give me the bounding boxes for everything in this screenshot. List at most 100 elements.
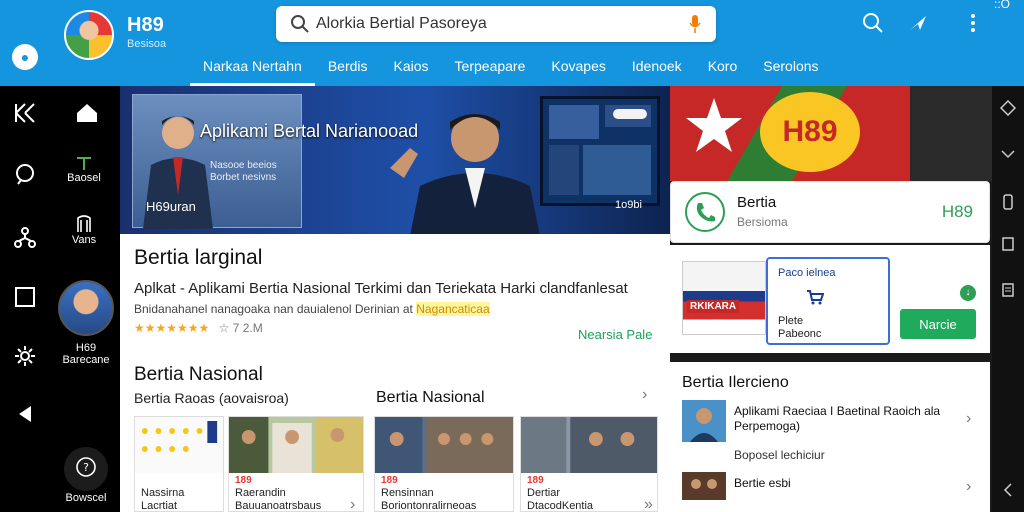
- promo-image-label: RKIKARA: [687, 300, 740, 313]
- sidebar-item-help[interactable]: ? Bowscel: [58, 446, 114, 504]
- nav-item-1[interactable]: Berdis: [315, 56, 381, 86]
- nav-item-0[interactable]: Narkaa Nertahn: [190, 56, 315, 86]
- microphone-icon[interactable]: [688, 14, 702, 34]
- nav-item-3[interactable]: Terpeapare: [442, 56, 539, 86]
- brand-k-icon[interactable]: [12, 102, 38, 124]
- brand-subtitle: Besisoa: [127, 38, 167, 50]
- chevron-right-icon[interactable]: »: [644, 496, 653, 512]
- back-icon[interactable]: [1000, 482, 1016, 498]
- app-description: Aplkat - Aplikami Bertia Nasional Terkim…: [134, 280, 628, 297]
- section-subtitle-right[interactable]: Bertia Nasional: [376, 389, 485, 407]
- side-image: [910, 86, 992, 181]
- hero-tag: 1o9bi: [615, 199, 642, 211]
- sidebar-item-book[interactable]: Vans: [60, 214, 108, 246]
- tile-tag: 189: [527, 475, 544, 486]
- app-subtext: Bnidanahanel nanagoaka nan dauialenol De…: [134, 302, 490, 316]
- promo-image[interactable]: RKIKARA: [682, 261, 766, 335]
- news-item-text: Bertie esbi: [734, 476, 791, 490]
- promo-box-title: Paco ielnea: [778, 267, 836, 279]
- help-icon: ?: [64, 447, 108, 491]
- chevron-down-icon[interactable]: [1000, 146, 1016, 162]
- brand-avatar[interactable]: [64, 10, 114, 60]
- news-item-text: Aplikami Raeciaa I Baetinal Raoich ala P…: [734, 404, 941, 433]
- network-icon[interactable]: [12, 226, 38, 250]
- tile-image: [135, 417, 223, 473]
- chevron-right-icon[interactable]: ›: [642, 386, 647, 404]
- document-icon[interactable]: [1000, 282, 1016, 298]
- chevron-right-icon[interactable]: ›: [350, 496, 355, 512]
- news-title: Bertia Ilercieno: [682, 374, 789, 391]
- nav-item-6[interactable]: Koro: [695, 56, 751, 86]
- main-card: Bertia larginal Aplkat - Aplikami Bertia…: [120, 234, 670, 512]
- app-code: H89: [941, 202, 973, 221]
- trend-icon: [77, 157, 91, 170]
- sidebar-item-label: Vans: [71, 234, 97, 246]
- phone-icon: [685, 192, 725, 232]
- brand-name: H89: [127, 14, 164, 36]
- sidebar-item-label: Bowscel: [65, 492, 107, 504]
- tile-label: Nassirna Lacrtiat: [141, 487, 185, 512]
- phone-frame-icon[interactable]: [1000, 194, 1016, 210]
- tile-label: Dertiar DtacodKentia: [527, 487, 594, 512]
- chevron-right-icon[interactable]: ›: [966, 478, 971, 496]
- rating-count: ☆ 7 2.M: [218, 321, 263, 335]
- more-link[interactable]: Nearsia Pale: [578, 327, 652, 342]
- diamond-icon[interactable]: [1000, 100, 1016, 116]
- news-item-meta: Boposel lechiciur: [734, 448, 825, 462]
- promo-box[interactable]: Paco ielnea Plete Pabeonc: [766, 257, 890, 345]
- search-icon[interactable]: [860, 10, 886, 36]
- news-tile[interactable]: 189 Rensinnan Boriontonralirneoas: [374, 416, 514, 512]
- profile-card[interactable]: H69 Barecane: [56, 280, 116, 366]
- nav-item-7[interactable]: Serolons: [750, 56, 831, 86]
- subtext-main: Bnidanahanel nanagoaka nan dauialenol De…: [134, 302, 413, 316]
- hero-name: H69uran: [146, 199, 196, 214]
- section-subtitle-left[interactable]: Bertia Raoas (aovaisroa): [134, 390, 289, 406]
- subtext-highlight: Nagancaticaa: [416, 302, 490, 316]
- gear-icon[interactable]: [12, 344, 38, 368]
- top-app-bar: H89 Besisoa ● ::O Narkaa Nertahn Berdis …: [0, 0, 1024, 86]
- book-icon: [77, 215, 91, 232]
- search-bar: [276, 6, 716, 42]
- news-thumbnail: [682, 472, 726, 500]
- brand-flag-image[interactable]: H89: [670, 86, 910, 181]
- search-icon: [291, 15, 309, 33]
- search-input[interactable]: [316, 6, 676, 42]
- back-icon[interactable]: [12, 404, 38, 424]
- promo-box-text: Plete Pabeonc: [778, 315, 822, 340]
- category-nav: Narkaa Nertahn Berdis Kaios Terpeapare K…: [190, 56, 832, 86]
- sidebar-item-label: Baosel: [67, 172, 101, 184]
- nav-item-2[interactable]: Kaios: [381, 56, 442, 86]
- share-icon[interactable]: [906, 10, 932, 36]
- promo-button[interactable]: Narcie: [900, 309, 976, 339]
- profile-name: H69: [75, 342, 97, 354]
- square-icon[interactable]: [12, 286, 38, 308]
- app-name: Bertia: [737, 194, 777, 211]
- app-logo-icon[interactable]: ●: [12, 44, 38, 70]
- home-icon[interactable]: [74, 102, 100, 124]
- download-icon[interactable]: ↓: [960, 285, 976, 301]
- chevron-right-icon[interactable]: ›: [966, 410, 971, 428]
- promo-panel: RKIKARA Paco ielnea Plete Pabeonc ↓ Narc…: [670, 245, 990, 353]
- app-subtitle: Bersioma: [737, 215, 788, 229]
- news-tile[interactable]: 189 Raerandin Bauuanoatrsbaus: [228, 416, 364, 512]
- avatar: [58, 280, 114, 336]
- news-tile[interactable]: Nassirna Lacrtiat: [134, 416, 224, 512]
- rating-stars: ★★★★★★★: [134, 321, 210, 335]
- more-vertical-icon[interactable]: [960, 10, 986, 36]
- nav-item-4[interactable]: Kovapes: [538, 56, 618, 86]
- sidebar-item-trend[interactable]: Baosel: [60, 154, 108, 184]
- right-toolbar: [992, 86, 1024, 512]
- app-card[interactable]: Bertia Bersioma H89: [670, 181, 990, 243]
- tile-image: [521, 417, 657, 473]
- news-thumbnail: [682, 400, 726, 442]
- left-sidebar: Baosel Vans H69 Barecane ? Bowscel: [0, 86, 120, 512]
- window-controls[interactable]: ::O: [994, 0, 1010, 11]
- tile-label: Raerandin Bauuanoatrsbaus: [235, 487, 322, 512]
- section-title: Bertia Nasional: [134, 364, 263, 385]
- nav-item-5[interactable]: Idenoek: [619, 56, 695, 86]
- square-icon[interactable]: [1000, 236, 1016, 252]
- hero-banner[interactable]: Aplikami Bertal Narianooad Nasooe beeios…: [120, 86, 670, 236]
- page-title: Bertia larginal: [134, 246, 263, 269]
- news-tile[interactable]: 189 Dertiar DtacodKentia: [520, 416, 658, 512]
- chat-icon[interactable]: [12, 162, 38, 186]
